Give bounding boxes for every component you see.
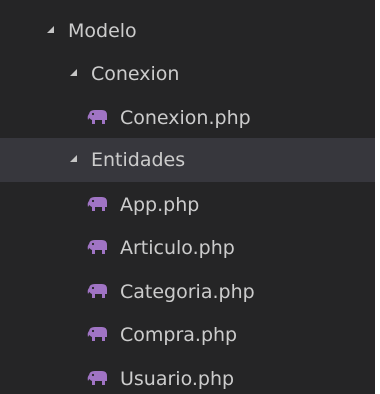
tree-item-label: Modelo (68, 20, 137, 42)
tree-folder-conexion[interactable]: Conexion (0, 52, 375, 96)
tree-item-label: Conexion (91, 63, 180, 85)
php-elephant-icon (87, 327, 107, 341)
tree-file-categoria-php[interactable]: Categoria.php (0, 270, 375, 314)
php-elephant-icon (87, 240, 107, 254)
tree-file-app-php[interactable]: App.php (0, 183, 375, 227)
php-elephant-icon (87, 110, 107, 124)
tree-item-label: Articulo.php (120, 237, 235, 259)
tree-item-label: Categoria.php (120, 281, 255, 303)
php-elephant-icon (87, 197, 107, 211)
tree-item-label: App.php (120, 194, 200, 216)
php-elephant-icon (87, 284, 107, 298)
tree-file-compra-php[interactable]: Compra.php (0, 313, 375, 357)
expanded-arrow-icon[interactable] (70, 68, 77, 76)
php-elephant-icon (87, 371, 107, 385)
tree-item-label: Usuario.php (120, 368, 235, 390)
expanded-arrow-icon[interactable] (47, 25, 54, 33)
tree-folder-modelo[interactable]: Modelo (0, 9, 375, 53)
tree-file-conexion-php[interactable]: Conexion.php (0, 96, 375, 140)
tree-item-label: Compra.php (120, 324, 238, 346)
expanded-arrow-icon[interactable] (70, 154, 77, 162)
tree-file-articulo-php[interactable]: Articulo.php (0, 226, 375, 270)
tree-item-label: Entidades (91, 149, 186, 171)
file-explorer-tree: Modelo Conexion Conexion.php Entidades A… (0, 0, 375, 394)
tree-folder-entidades[interactable]: Entidades (0, 138, 375, 182)
tree-item-label: Conexion.php (120, 107, 251, 129)
tree-file-usuario-php[interactable]: Usuario.php (0, 357, 375, 394)
